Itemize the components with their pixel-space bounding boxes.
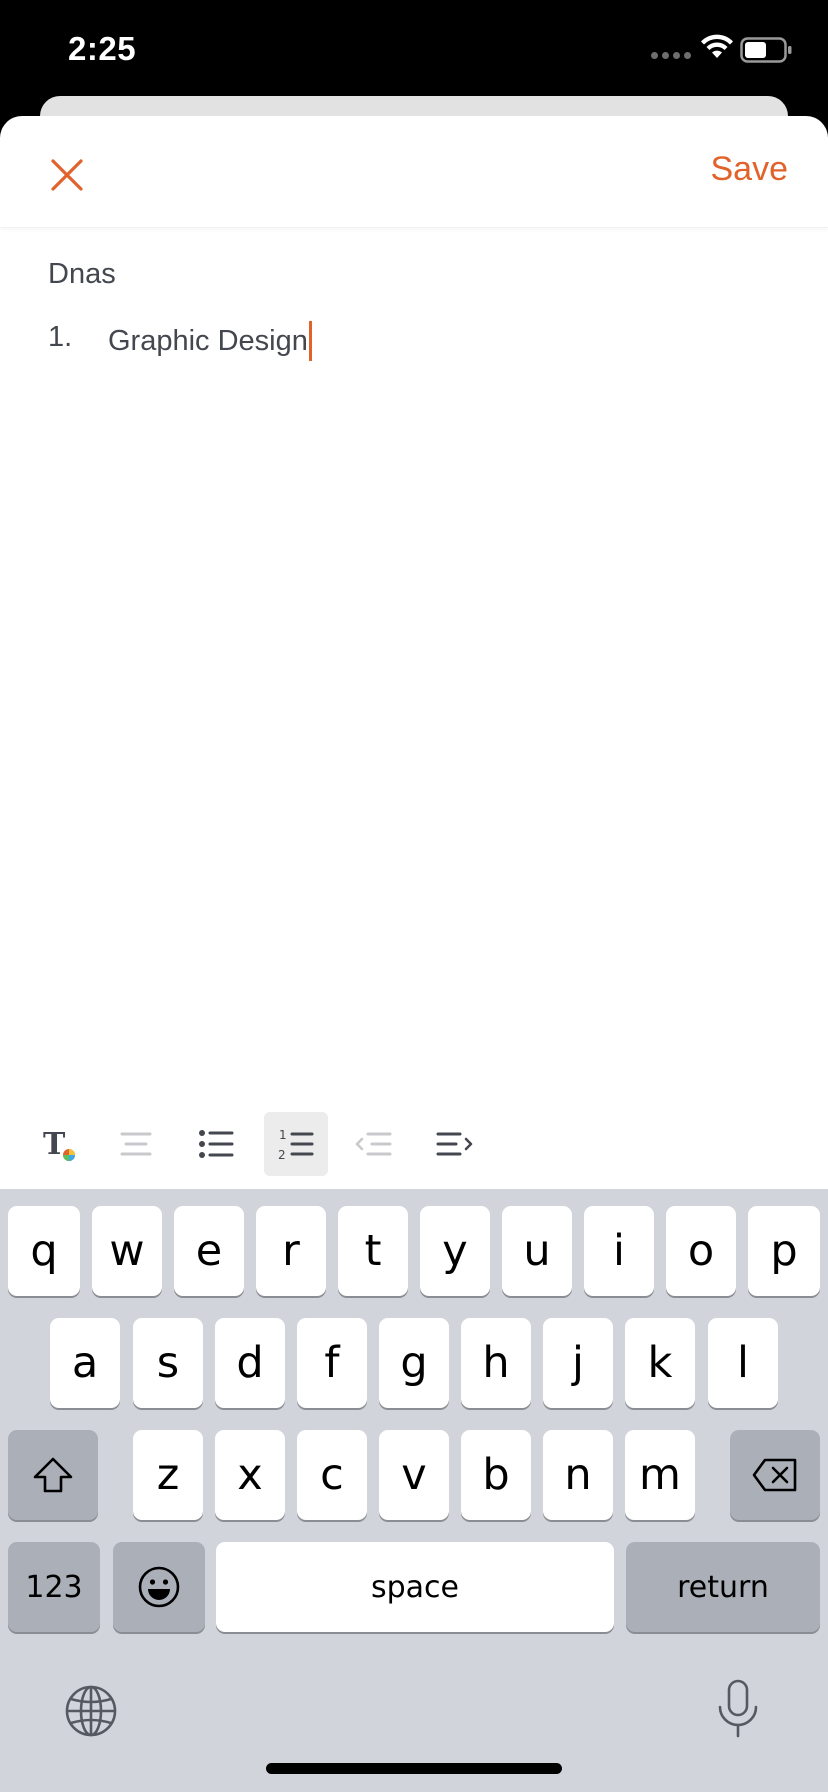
svg-text:2: 2: [278, 1148, 286, 1162]
emoji-icon: [138, 1566, 180, 1608]
text-cursor: [308, 321, 312, 361]
key-s[interactable]: s: [133, 1318, 203, 1408]
outdent-button[interactable]: [342, 1112, 406, 1176]
indent-button[interactable]: [424, 1112, 488, 1176]
key-q[interactable]: q: [8, 1206, 80, 1296]
home-indicator[interactable]: [266, 1763, 562, 1774]
align-button[interactable]: [104, 1112, 168, 1176]
format-toolbar: T 1 2: [0, 1110, 828, 1190]
text-style-icon: T: [43, 1127, 75, 1162]
key-b[interactable]: b: [461, 1430, 531, 1520]
microphone-icon[interactable]: [716, 1679, 760, 1739]
list-item-number: 1.: [48, 321, 73, 353]
key-j[interactable]: j: [543, 1318, 613, 1408]
key-l[interactable]: l: [708, 1318, 778, 1408]
close-icon[interactable]: [44, 152, 90, 198]
editor-heading[interactable]: Dnas: [48, 258, 116, 291]
text-style-button[interactable]: T: [27, 1112, 91, 1176]
key-k[interactable]: k: [625, 1318, 695, 1408]
list-item-text[interactable]: Graphic Design: [108, 325, 308, 358]
key-m[interactable]: m: [625, 1430, 695, 1520]
key-c[interactable]: c: [297, 1430, 367, 1520]
keyboard: q w e r t y u i o p a s d f g h j k l z …: [0, 1189, 828, 1792]
key-p[interactable]: p: [748, 1206, 820, 1296]
svg-text:1: 1: [279, 1128, 287, 1142]
wifi-icon: [701, 34, 733, 58]
numbers-key[interactable]: 123: [8, 1542, 100, 1632]
key-u[interactable]: u: [502, 1206, 572, 1296]
numbered-list-button[interactable]: 1 2: [264, 1112, 328, 1176]
bullet-list-button[interactable]: [184, 1112, 248, 1176]
save-button[interactable]: Save: [711, 150, 789, 189]
indent-icon: [436, 1132, 473, 1156]
bullet-list-icon: [199, 1130, 234, 1158]
key-r[interactable]: r: [256, 1206, 326, 1296]
key-y[interactable]: y: [420, 1206, 490, 1296]
key-n[interactable]: n: [543, 1430, 613, 1520]
space-key[interactable]: space: [216, 1542, 614, 1632]
key-e[interactable]: e: [174, 1206, 244, 1296]
shift-key[interactable]: [8, 1430, 98, 1520]
return-key[interactable]: return: [626, 1542, 820, 1632]
delete-key[interactable]: [730, 1430, 820, 1520]
cellular-signal-icon: [651, 52, 691, 59]
battery-icon: [740, 37, 792, 63]
key-d[interactable]: d: [215, 1318, 285, 1408]
key-f[interactable]: f: [297, 1318, 367, 1408]
key-g[interactable]: g: [379, 1318, 449, 1408]
numbered-list-icon: 1 2: [278, 1128, 314, 1162]
key-w[interactable]: w: [92, 1206, 162, 1296]
key-o[interactable]: o: [666, 1206, 736, 1296]
key-t[interactable]: t: [338, 1206, 408, 1296]
status-bar: 2:25: [0, 0, 828, 100]
outdent-icon: [355, 1132, 392, 1156]
key-h[interactable]: h: [461, 1318, 531, 1408]
key-a[interactable]: a: [50, 1318, 120, 1408]
backspace-icon: [752, 1458, 797, 1492]
globe-icon[interactable]: [64, 1684, 118, 1738]
key-v[interactable]: v: [379, 1430, 449, 1520]
text-editor[interactable]: Dnas 1. Graphic Design: [0, 228, 828, 1128]
status-time: 2:25: [68, 30, 137, 67]
key-i[interactable]: i: [584, 1206, 654, 1296]
key-x[interactable]: x: [215, 1430, 285, 1520]
emoji-key[interactable]: [113, 1542, 205, 1632]
shift-icon: [33, 1457, 73, 1493]
svg-text:T: T: [43, 1127, 66, 1162]
sheet-header: Save: [0, 116, 828, 228]
list-item[interactable]: Graphic Design: [108, 321, 312, 361]
key-z[interactable]: z: [133, 1430, 203, 1520]
align-icon: [120, 1132, 152, 1156]
